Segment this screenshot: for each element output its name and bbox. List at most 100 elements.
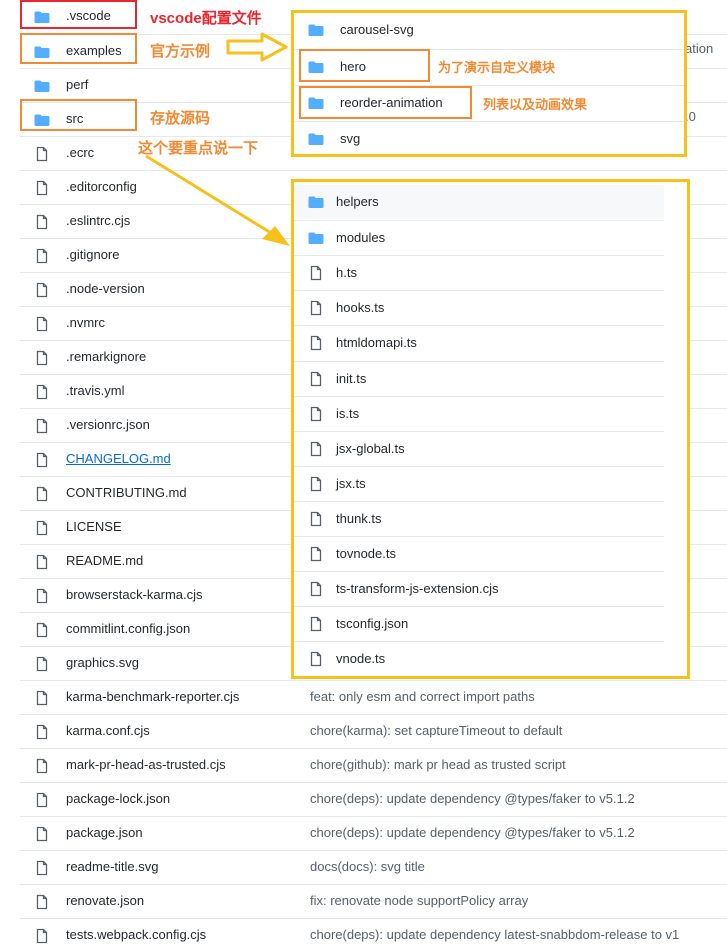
commit-message-link[interactable]: chore(deps): update dependency @types/fa… (310, 791, 635, 806)
file-name-link[interactable]: h.ts (336, 265, 357, 280)
file-name-link[interactable]: browserstack-karma.cjs (66, 587, 203, 602)
file-name-link[interactable]: CHANGELOG.md (66, 451, 171, 466)
file-name-link[interactable]: tests.webpack.config.cjs (66, 927, 206, 942)
src-file-row[interactable]: tsconfig.json (294, 606, 664, 640)
file-icon (310, 511, 322, 527)
file-icon (36, 214, 48, 230)
folder-name-link[interactable]: modules (336, 230, 385, 245)
file-row[interactable]: package-lock.json chore(deps): update dep… (20, 782, 727, 816)
file-row[interactable]: mark-pr-head-as-trusted.cjs chore(github)… (20, 748, 727, 782)
examples-annotation: 官方示例 (150, 43, 211, 60)
vscode-annotation: vscode配置文件 (150, 10, 262, 27)
file-name-link[interactable]: .gitignore (66, 247, 119, 262)
folder-name-link[interactable]: svg (340, 131, 360, 146)
examples-folder-row[interactable]: carousel-svg (294, 13, 684, 47)
file-name-link[interactable]: tsconfig.json (336, 616, 408, 631)
file-name-link[interactable]: .remarkignore (66, 349, 146, 364)
file-icon (36, 180, 48, 196)
file-icon (36, 520, 48, 536)
file-icon (310, 652, 322, 667)
file-name-link[interactable]: .editorconfig (66, 179, 137, 194)
folder-icon (308, 196, 324, 208)
src-file-row[interactable]: is.ts (294, 395, 664, 430)
src-file-row[interactable]: tovnode.ts (294, 536, 664, 570)
file-icon (310, 441, 322, 456)
commit-message-link[interactable]: docs(docs): svg title (310, 859, 425, 874)
examples-commit-tail: ation (685, 41, 714, 56)
file-row[interactable]: tests.webpack.config.cjs chore(deps): upd… (20, 918, 727, 952)
file-name-link[interactable]: package-lock.json (66, 791, 170, 806)
file-name-link[interactable]: package.json (66, 825, 143, 840)
src-file-row[interactable]: init.ts (294, 360, 664, 395)
file-name-link[interactable]: LICENSE (66, 519, 122, 534)
folder-icon (308, 24, 324, 36)
file-name-link[interactable]: karma.conf.cjs (66, 723, 150, 738)
file-row[interactable]: renovate.json fix: renovate node supportP… (20, 884, 727, 918)
examples-panel: carousel-svg hero reorder-animation svg (291, 10, 687, 157)
file-icon (36, 622, 48, 638)
file-name-link[interactable]: is.ts (336, 406, 359, 421)
file-name-link[interactable]: jsx.ts (336, 476, 366, 491)
src-file-row[interactable]: hooks.ts (294, 290, 664, 324)
folder-name-link[interactable]: helpers (336, 194, 379, 209)
file-name-link[interactable]: CONTRIBUTING.md (66, 485, 187, 500)
file-icon (310, 546, 322, 562)
file-name-link[interactable]: .ecrc (66, 145, 94, 160)
file-name-link[interactable]: htmldomapi.ts (336, 335, 417, 350)
file-name-link[interactable]: tovnode.ts (336, 546, 396, 561)
commit-message-link[interactable]: fix: renovate node supportPolicy array (310, 893, 528, 908)
commit-message-link[interactable]: chore(deps): update dependency latest-sn… (310, 927, 679, 942)
file-icon (36, 758, 48, 774)
commit-message-link[interactable]: chore(karma): set captureTimeout to defa… (310, 723, 562, 738)
file-icon (36, 792, 48, 808)
file-name-link[interactable]: jsx-global.ts (336, 441, 405, 456)
file-icon (310, 581, 322, 597)
reorder-annotation: 列表以及动画效果 (483, 97, 588, 112)
file-name-link[interactable]: hooks.ts (336, 300, 384, 315)
folder-name-link[interactable]: carousel-svg (340, 22, 414, 37)
examples-highlight (20, 33, 137, 64)
file-name-link[interactable]: .node-version (66, 281, 145, 296)
src-file-row[interactable]: jsx-global.ts (294, 430, 664, 465)
file-name-link[interactable]: mark-pr-head-as-trusted.cjs (66, 757, 226, 772)
src-folder-row[interactable]: helpers (294, 185, 664, 219)
file-name-link[interactable]: .eslintrc.cjs (66, 213, 130, 228)
src-file-row[interactable]: jsx.ts (294, 465, 664, 500)
file-name-link[interactable]: thunk.ts (336, 511, 382, 526)
file-name-link[interactable]: init.ts (336, 371, 366, 386)
file-name-link[interactable]: ts-transform-js-extension.cjs (336, 581, 499, 596)
examples-folder-row[interactable]: svg (294, 121, 684, 155)
file-row[interactable]: karma-benchmark-reporter.cjs feat: only e… (20, 680, 727, 714)
reorder-highlight (299, 86, 472, 119)
file-icon (36, 826, 48, 842)
src-annotation: 存放源码 (150, 110, 211, 127)
src-file-row[interactable]: htmldomapi.ts (294, 325, 664, 359)
file-row[interactable]: karma.conf.cjs chore(karma): set captureT… (20, 714, 727, 748)
file-icon (36, 554, 48, 570)
file-icon (36, 384, 48, 400)
file-name-link[interactable]: vnode.ts (336, 651, 385, 666)
file-name-link[interactable]: README.md (66, 553, 143, 568)
commit-message-link[interactable]: chore(github): mark pr head as trusted s… (310, 757, 566, 772)
file-name-link[interactable]: graphics.svg (66, 655, 139, 670)
commit-message-link[interactable]: chore(deps): update dependency @types/fa… (310, 825, 635, 840)
src-file-row[interactable]: h.ts (294, 255, 664, 289)
file-row[interactable]: readme-title.svg docs(docs): svg title (20, 850, 727, 884)
file-name-link[interactable]: .nvmrc (66, 315, 105, 330)
file-row[interactable]: package.json chore(deps): update dependen… (20, 816, 727, 850)
src-file-row[interactable]: thunk.ts (294, 500, 664, 535)
src-file-row[interactable]: ts-transform-js-extension.cjs (294, 571, 664, 605)
folder-name-link[interactable]: perf (66, 77, 88, 92)
file-name-link[interactable]: readme-title.svg (66, 859, 158, 874)
file-name-link[interactable]: karma-benchmark-reporter.cjs (66, 689, 239, 704)
file-icon (36, 860, 48, 876)
file-name-link[interactable]: commitlint.config.json (66, 621, 190, 636)
file-name-link[interactable]: .travis.yml (66, 383, 125, 398)
src-folder-row[interactable]: modules (294, 220, 664, 254)
vscode-highlight (20, 0, 137, 29)
file-icon (36, 146, 48, 162)
src-file-row[interactable]: vnode.ts (294, 641, 664, 675)
file-name-link[interactable]: renovate.json (66, 893, 144, 908)
commit-message-link[interactable]: feat: only esm and correct import paths (310, 689, 535, 704)
file-name-link[interactable]: .versionrc.json (66, 417, 150, 432)
